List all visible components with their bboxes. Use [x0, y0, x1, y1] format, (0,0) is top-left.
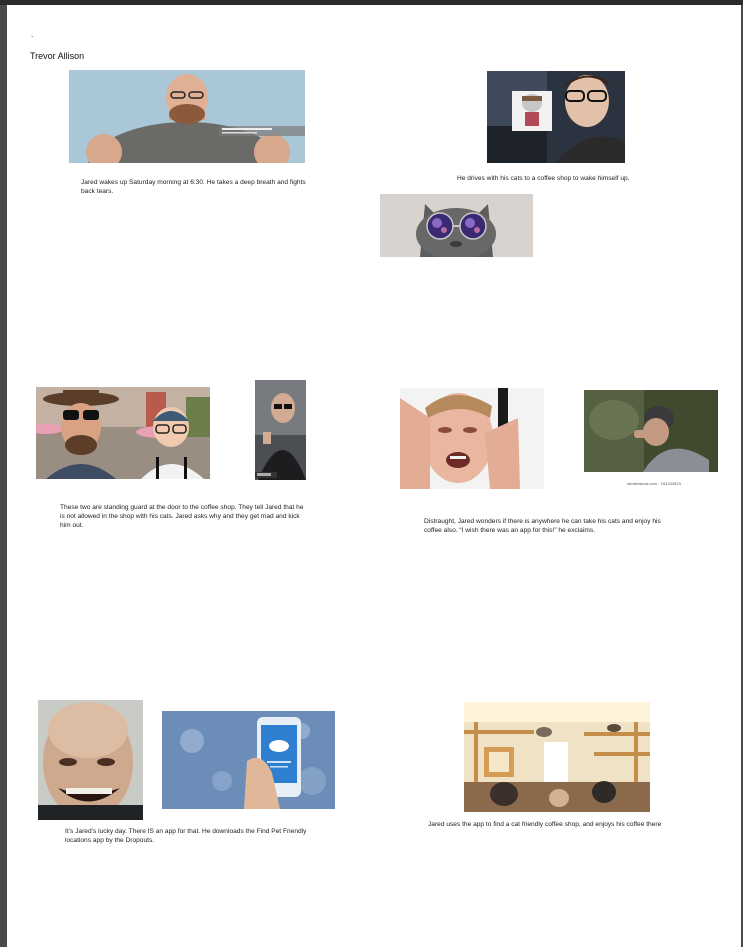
caption-6: Jared uses the app to find a cat friendl…	[428, 821, 662, 828]
stray-dot: .	[31, 30, 34, 39]
photo-crying-man	[400, 388, 544, 489]
photo-cat-cafe	[464, 702, 650, 812]
caption-2: He drives with his cats to a coffee shop…	[457, 175, 630, 182]
caption-5: It’s Jared’s lucky day. There IS an app …	[65, 828, 307, 844]
photo-laughing-bald-man	[38, 700, 143, 820]
shutterstock-watermark: shutterstock.com · 151234523	[627, 481, 681, 486]
photo-man-gray-shirt	[69, 70, 305, 163]
photo-cat-galaxy-glasses	[380, 194, 533, 257]
caption-4: Distraught, Jared wonders if there is an…	[424, 518, 661, 534]
caption-3: These two are standing guard at the door…	[60, 504, 304, 529]
author-name: Trevor Allison	[30, 51, 85, 61]
photo-two-men-guards	[36, 387, 210, 479]
caption-1: Jared wakes up Saturday morning at 6:30.…	[81, 179, 306, 195]
photo-sad-man-beanie	[584, 390, 718, 479]
photo-phone-app	[162, 711, 335, 809]
photo-bald-man-suit	[255, 380, 306, 480]
photo-man-driving	[487, 71, 625, 163]
document-page: . Trevor Allison Jared wakes up Saturday…	[7, 5, 741, 947]
